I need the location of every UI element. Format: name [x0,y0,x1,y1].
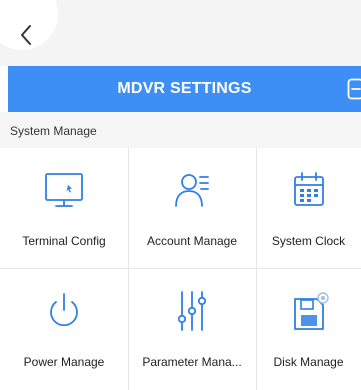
tile-label: Power Manage [23,355,105,369]
exit-icon [347,78,361,100]
tile-label: Disk Manage [273,355,344,369]
tile-label: System Clock [271,234,346,248]
system-clock-tile[interactable]: System Clock [256,148,361,268]
terminal-config-tile[interactable]: Terminal Config [0,148,128,268]
settings-grid: Terminal Config Account Manage System Cl… [0,148,361,390]
page-title: MDVR SETTINGS [117,80,252,97]
tile-label: Account Manage [146,234,238,248]
exit-button[interactable] [347,78,361,100]
calendar-icon [287,168,331,212]
app-header: MDVR SETTINGS [8,66,361,112]
back-button[interactable] [16,20,38,50]
section-header: System Manage [0,112,361,148]
disk-icon [287,289,331,333]
power-icon [42,289,86,333]
tile-label: Terminal Config [22,234,106,248]
sliders-icon [170,289,214,333]
power-manage-tile[interactable]: Power Manage [0,269,128,389]
chevron-left-icon [21,25,31,45]
top-bar [0,0,361,66]
monitor-icon [42,168,86,212]
disk-manage-tile[interactable]: Disk Manage [256,269,361,389]
parameter-manage-tile[interactable]: Parameter Mana... [128,269,256,389]
section-title: System Manage [10,124,97,138]
account-manage-tile[interactable]: Account Manage [128,148,256,268]
tile-label: Parameter Mana... [142,355,242,369]
user-list-icon [170,168,214,212]
